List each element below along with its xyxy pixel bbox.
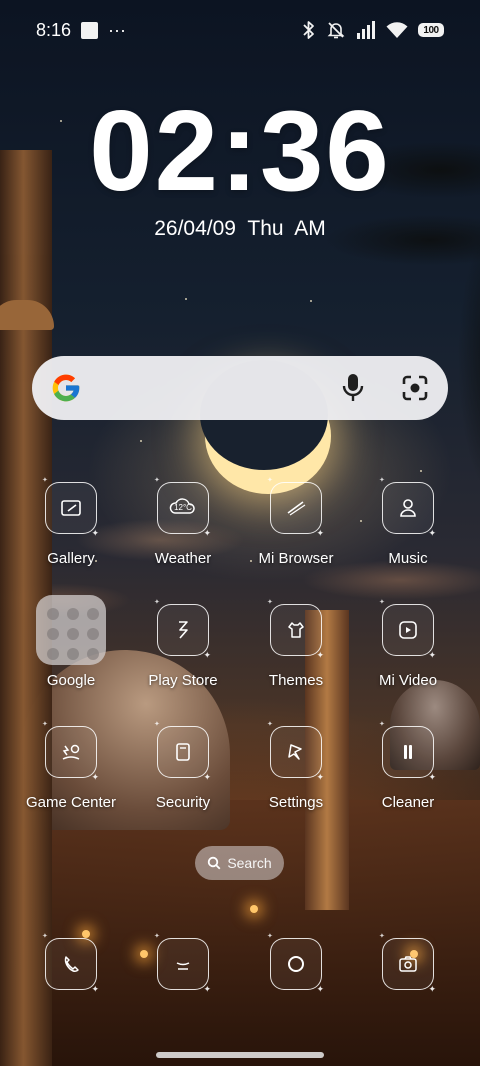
app-game-center[interactable]: Game Center <box>15 720 127 811</box>
dock-camera[interactable] <box>352 932 464 995</box>
app-label: Settings <box>268 794 324 811</box>
folder-app-dot <box>67 628 79 640</box>
app-settings[interactable]: Settings <box>240 720 352 811</box>
app-label: Themes <box>268 672 324 689</box>
status-time: 8:16 <box>36 19 72 40</box>
app-label: Mi Video <box>378 672 438 689</box>
folder-app-dot <box>87 648 99 660</box>
cleaner-icon[interactable] <box>379 720 436 783</box>
app-label: Music <box>388 550 428 567</box>
dock-browser[interactable] <box>240 932 352 995</box>
app-mi-browser[interactable]: Mi Browser <box>240 476 352 567</box>
more-notifications-icon: ··· <box>108 19 127 40</box>
play-store-icon[interactable] <box>154 598 211 661</box>
app-security[interactable]: Security <box>127 720 239 811</box>
app-google-folder[interactable]: Google <box>15 595 127 689</box>
signal-icon <box>357 21 375 39</box>
mute-icon <box>327 22 345 39</box>
messages-icon[interactable] <box>154 932 211 995</box>
app-label: Play Store <box>148 672 218 689</box>
app-label: Gallery <box>47 550 95 567</box>
app-label: Weather <box>154 550 212 567</box>
app-play-store[interactable]: Play Store <box>127 598 239 689</box>
app-label: Mi Browser <box>258 550 334 567</box>
lens-icon[interactable] <box>400 373 430 403</box>
clock-time[interactable]: 02:36 <box>0 92 480 212</box>
dock-messages[interactable] <box>127 932 239 995</box>
folder-app-dot <box>47 628 59 640</box>
star <box>310 300 312 302</box>
status-left: 8:16 ··· <box>36 20 126 41</box>
notification-square-icon <box>81 21 99 39</box>
browser-icon[interactable] <box>267 476 324 539</box>
google-logo <box>52 374 80 402</box>
wifi-icon <box>386 22 408 38</box>
app-label: Cleaner <box>381 794 435 811</box>
app-label: Google <box>46 672 96 689</box>
google-search-bar[interactable] <box>32 356 448 420</box>
google-folder-icon[interactable] <box>36 595 106 665</box>
settings-icon[interactable] <box>267 720 324 783</box>
folder-app-dot <box>47 608 59 620</box>
app-label: Game Center <box>25 794 117 811</box>
app-themes[interactable]: Themes <box>240 598 352 689</box>
folder-app-dot <box>47 648 59 660</box>
camera-icon[interactable] <box>379 932 436 995</box>
status-bar: 8:16 ··· 100 <box>0 0 480 60</box>
folder-app-dot <box>87 628 99 640</box>
security-icon[interactable] <box>154 720 211 783</box>
app-cleaner[interactable]: Cleaner <box>352 720 464 811</box>
lantern <box>82 930 90 938</box>
folder-app-dot <box>87 608 99 620</box>
star <box>185 298 187 300</box>
gesture-nav-handle[interactable] <box>156 1052 324 1058</box>
app-mi-video[interactable]: Mi Video <box>352 598 464 689</box>
status-right: 100 <box>302 20 444 40</box>
star <box>140 440 142 442</box>
game-center-icon[interactable] <box>42 720 99 783</box>
themes-icon[interactable] <box>267 598 324 661</box>
app-label: Security <box>155 794 211 811</box>
weather-temp: 12°C <box>174 503 192 512</box>
clock-date[interactable]: 26/04/09 Thu AM <box>0 217 480 241</box>
app-weather[interactable]: 12°C Weather <box>127 476 239 567</box>
folder-app-dot <box>67 648 79 660</box>
music-icon[interactable] <box>379 476 436 539</box>
city-buildings <box>0 800 480 1066</box>
phone-icon[interactable] <box>42 932 99 995</box>
gallery-icon[interactable] <box>42 476 99 539</box>
star <box>420 470 422 472</box>
app-music[interactable]: Music <box>352 476 464 567</box>
mic-icon[interactable] <box>338 373 368 403</box>
lantern <box>250 905 258 913</box>
search-label: Search <box>227 855 272 871</box>
dock-phone[interactable] <box>15 932 127 995</box>
bluetooth-icon <box>303 21 314 39</box>
folder-app-dot <box>67 608 79 620</box>
app-search-button[interactable]: Search <box>195 846 284 880</box>
weather-icon[interactable]: 12°C <box>154 476 211 539</box>
search-icon <box>208 856 221 870</box>
circle-browser-icon[interactable] <box>267 932 324 995</box>
app-gallery[interactable]: Gallery <box>15 476 127 567</box>
battery-icon: 100 <box>418 23 444 37</box>
video-icon[interactable] <box>379 598 436 661</box>
